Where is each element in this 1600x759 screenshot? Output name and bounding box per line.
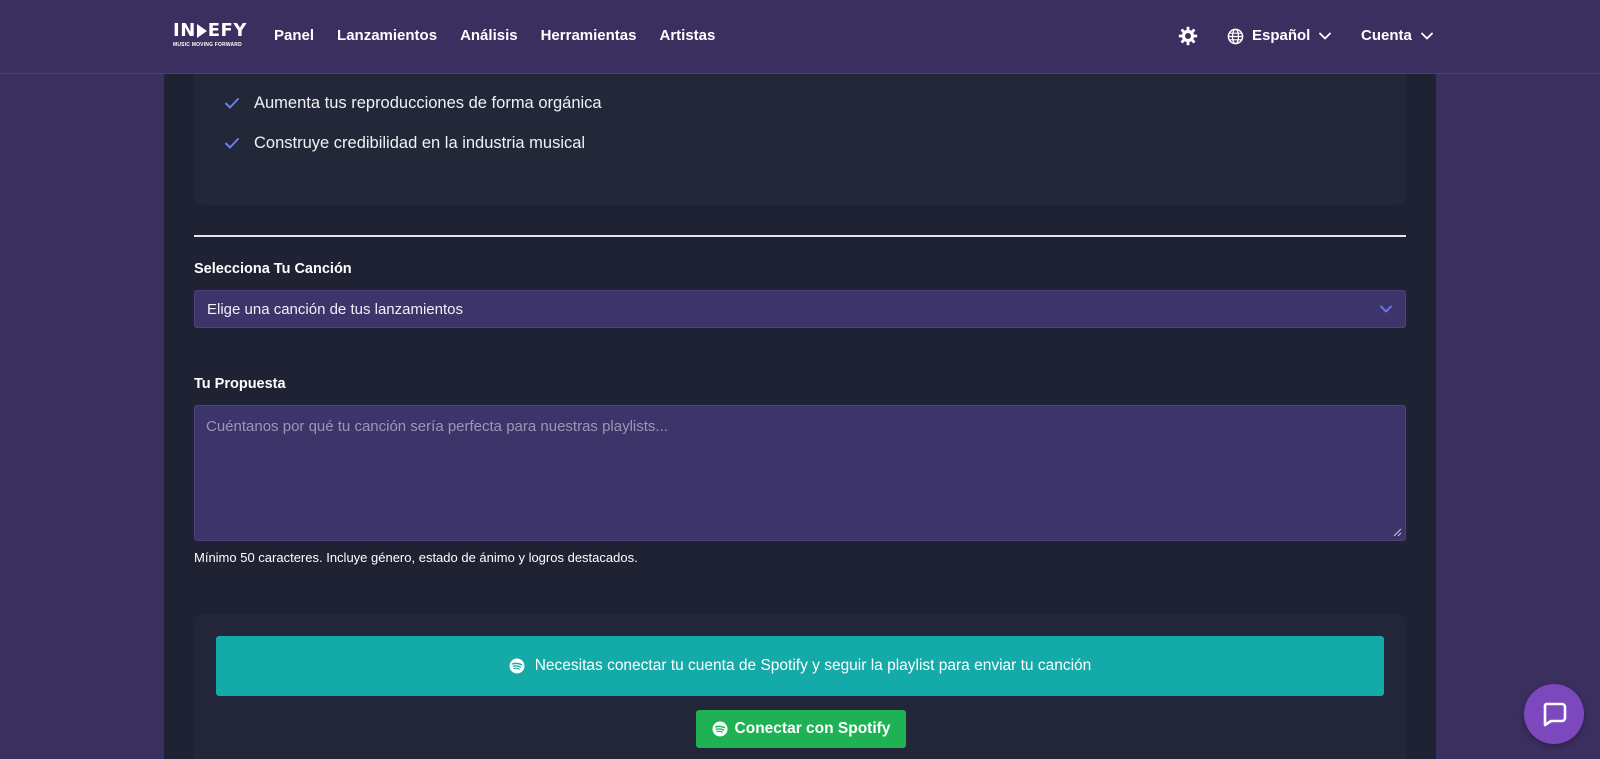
song-select[interactable]: Elige una canción de tus lanzamientos xyxy=(194,290,1406,328)
connect-spotify-label: Conectar con Spotify xyxy=(734,720,891,737)
pitch-hint: Mínimo 50 caracteres. Incluye género, es… xyxy=(194,550,638,565)
globe-icon xyxy=(1227,28,1244,44)
account-menu[interactable]: Cuenta xyxy=(1361,26,1434,46)
logo-suffix: EFY xyxy=(207,20,247,41)
main-nav: Panel Lanzamientos Análisis Herramientas… xyxy=(274,26,715,46)
section-divider xyxy=(194,235,1406,237)
resize-grip-icon[interactable] xyxy=(1392,527,1402,537)
spotify-icon xyxy=(509,658,525,674)
play-icon xyxy=(196,24,207,38)
nav-item-lanzamientos[interactable]: Lanzamientos xyxy=(337,26,437,46)
logo-tagline: MUSIC MOVING FORWARD xyxy=(173,42,242,48)
benefit-item: Aumenta tus reproducciones de forma orgá… xyxy=(224,92,602,114)
song-select-value: Elige una canción de tus lanzamientos xyxy=(207,300,463,318)
chat-bubble-icon xyxy=(1543,702,1567,727)
benefit-text: Construye credibilidad en la industria m… xyxy=(254,134,586,152)
chevron-down-icon xyxy=(1319,32,1332,40)
language-label: Español xyxy=(1252,27,1311,44)
check-icon xyxy=(225,98,239,109)
pitch-label: Tu Propuesta xyxy=(194,376,286,392)
nav-item-herramientas[interactable]: Herramientas xyxy=(541,26,637,46)
connect-spotify-button[interactable]: Conectar con Spotify xyxy=(696,710,906,748)
chevron-down-icon xyxy=(1420,32,1433,40)
top-navigation-bar: IN EFY MUSIC MOVING FORWARD Panel Lanzami… xyxy=(0,0,1600,74)
indiefy-logo[interactable]: IN EFY MUSIC MOVING FORWARD xyxy=(173,21,247,51)
benefit-item: Construye credibilidad en la industria m… xyxy=(224,132,585,154)
logo-prefix: IN xyxy=(173,20,196,41)
benefit-text: Aumenta tus reproducciones de forma orgá… xyxy=(254,94,602,112)
song-select-label: Selecciona Tu Canción xyxy=(194,261,352,277)
nav-item-analisis[interactable]: Análisis xyxy=(460,26,518,46)
chevron-down-icon xyxy=(1380,305,1392,313)
playlist-submission-panel: Aumenta tus reproducciones de forma orgá… xyxy=(164,64,1436,759)
nav-item-artistas[interactable]: Artistas xyxy=(659,26,715,46)
check-icon xyxy=(225,138,239,149)
spotify-connect-card: Necesitas conectar tu cuenta de Spotify … xyxy=(194,614,1406,759)
theme-toggle-button[interactable] xyxy=(1178,26,1198,46)
spotify-icon xyxy=(712,721,728,737)
logo-wordmark: IN EFY xyxy=(173,21,247,41)
gear-icon xyxy=(1178,26,1198,46)
chat-support-button[interactable] xyxy=(1524,684,1584,744)
spotify-notice-text: Necesitas conectar tu cuenta de Spotify … xyxy=(534,657,1092,674)
language-selector[interactable]: Español xyxy=(1227,26,1332,46)
account-label: Cuenta xyxy=(1361,27,1412,44)
benefits-card: Aumenta tus reproducciones de forma orgá… xyxy=(194,64,1406,205)
spotify-notice: Necesitas conectar tu cuenta de Spotify … xyxy=(216,636,1384,696)
nav-item-panel[interactable]: Panel xyxy=(274,26,314,46)
pitch-textarea[interactable] xyxy=(194,405,1406,541)
